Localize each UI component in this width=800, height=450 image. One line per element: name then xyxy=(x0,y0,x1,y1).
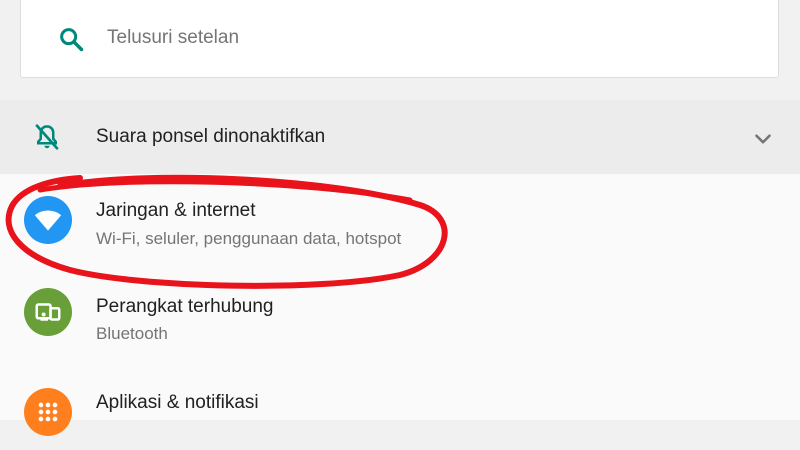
search-icon xyxy=(60,28,84,52)
settings-item-subtitle: Bluetooth xyxy=(96,324,168,343)
settings-item-apps[interactable]: Aplikasi & notifikasi xyxy=(0,358,800,450)
settings-item-network[interactable]: Jaringan & internet Wi-Fi, seluler, peng… xyxy=(0,174,800,266)
wifi-icon xyxy=(34,210,62,231)
chevron-down-icon[interactable] xyxy=(750,128,776,150)
apps-icon-circle xyxy=(24,388,72,436)
search-placeholder: Telusuri setelan xyxy=(107,27,240,48)
sound-off-suggestion[interactable]: Suara ponsel dinonaktifkan xyxy=(0,100,800,174)
settings-list: Jaringan & internet Wi-Fi, seluler, peng… xyxy=(0,174,800,436)
devices-icon-circle xyxy=(24,288,72,336)
wifi-icon-circle xyxy=(24,196,72,244)
search-bar[interactable]: Telusuri setelan xyxy=(20,0,779,78)
notifications-off-icon xyxy=(35,124,59,150)
settings-item-connected-devices[interactable]: Perangkat terhubung Bluetooth xyxy=(0,266,800,358)
settings-item-subtitle: Wi-Fi, seluler, penggunaan data, hotspot xyxy=(96,229,402,248)
settings-item-title: Aplikasi & notifikasi xyxy=(96,392,259,413)
suggestion-title: Suara ponsel dinonaktifkan xyxy=(96,126,326,147)
settings-item-title: Jaringan & internet xyxy=(96,200,256,221)
apps-icon xyxy=(38,402,58,422)
settings-item-title: Perangkat terhubung xyxy=(96,296,274,317)
devices-icon xyxy=(35,303,61,321)
